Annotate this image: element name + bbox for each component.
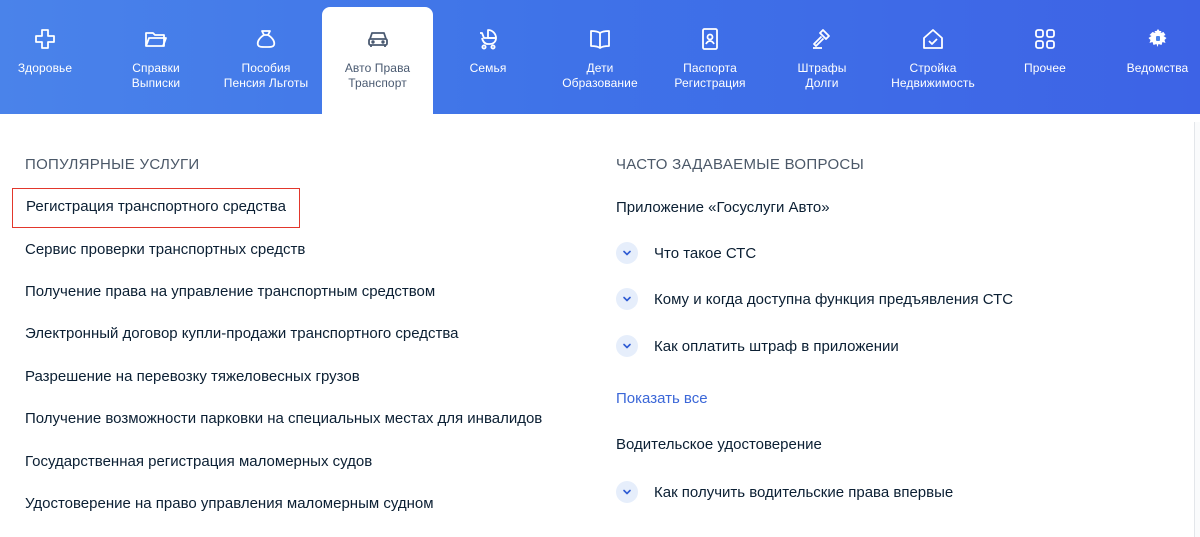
faq-group-title: Приложение «Госуслуги Авто»: [616, 199, 830, 216]
service-link[interactable]: Разрешение на перевозку тяжеловесных гру…: [25, 368, 360, 385]
category-certificates[interactable]: Справки Выписки: [106, 0, 206, 114]
faq-item[interactable]: Как оплатить штраф в приложении: [616, 335, 899, 357]
scroll-edge: [1194, 122, 1200, 537]
chevron-down-icon: [616, 288, 638, 310]
service-link[interactable]: Получение права на управление транспортн…: [25, 283, 435, 300]
category-label: Паспорта Регистрация: [674, 61, 746, 90]
house-icon: [920, 26, 946, 52]
faq-item[interactable]: Как получить водительские права впервые: [616, 481, 953, 503]
category-fines[interactable]: Штрафы Долги: [772, 0, 872, 114]
faq-question: Что такое СТС: [654, 244, 757, 262]
passport-icon: [697, 26, 723, 52]
faq-item[interactable]: Кому и когда доступна функция предъявлен…: [616, 288, 1013, 310]
faq-item[interactable]: Что такое СТС: [616, 242, 756, 264]
category-label: Здоровье: [17, 61, 73, 75]
faq-title: ЧАСТО ЗАДАВАЕМЫЕ ВОПРОСЫ: [616, 156, 865, 173]
chevron-down-icon: [616, 481, 638, 503]
category-label: Стройка Недвижимость: [891, 61, 975, 90]
category-agencies[interactable]: Ведомства: [1115, 0, 1200, 114]
service-link[interactable]: Удостоверение на право управления маломе…: [25, 495, 434, 512]
category-label: Справки Выписки: [131, 61, 181, 90]
category-label: Ведомства: [1126, 61, 1189, 75]
category-auto[interactable]: Авто Права Транспорт: [322, 7, 433, 114]
book-icon: [587, 26, 613, 52]
category-construction[interactable]: Стройка Недвижимость: [878, 0, 988, 114]
category-label: Авто Права Транспорт: [344, 61, 411, 90]
category-health[interactable]: Здоровье: [0, 0, 90, 114]
chevron-down-icon: [616, 242, 638, 264]
category-label: Штрафы Долги: [797, 61, 847, 90]
category-label: Дети Образование: [562, 61, 638, 90]
service-link-vehicle-registration[interactable]: Регистрация транспортного средства: [12, 188, 300, 228]
faq-group-title: Водительское удостоверение: [616, 436, 822, 453]
stroller-icon: [475, 26, 501, 52]
service-link[interactable]: Государственная регистрация маломерных с…: [25, 453, 372, 470]
car-icon: [365, 26, 391, 52]
faq-question: Как оплатить штраф в приложении: [654, 337, 899, 355]
chevron-down-icon: [616, 335, 638, 357]
category-children[interactable]: Дети Образование: [550, 0, 650, 114]
category-bar: Здоровье Справки Выписки Пособия Пенсия …: [0, 0, 1200, 114]
service-link[interactable]: Получение возможности парковки на специа…: [25, 410, 542, 427]
emblem-icon: [1145, 26, 1171, 52]
category-other[interactable]: Прочее: [1005, 0, 1085, 114]
popular-services-title: ПОПУЛЯРНЫЕ УСЛУГИ: [25, 156, 200, 173]
category-family[interactable]: Семья: [448, 0, 528, 114]
category-benefits[interactable]: Пособия Пенсия Льготы: [216, 0, 316, 114]
faq-question: Кому и когда доступна функция предъявлен…: [654, 290, 1014, 308]
grid-icon: [1032, 26, 1058, 52]
category-label: Пособия Пенсия Льготы: [223, 61, 309, 90]
moneybag-icon: [253, 26, 279, 52]
service-link[interactable]: Электронный договор купли-продажи трансп…: [25, 325, 459, 342]
category-passports[interactable]: Паспорта Регистрация: [660, 0, 760, 114]
service-link[interactable]: Сервис проверки транспортных средств: [25, 241, 305, 258]
category-label: Семья: [469, 61, 507, 75]
faq-question: Как получить водительские права впервые: [654, 483, 954, 501]
show-all-link[interactable]: Показать все: [616, 390, 708, 407]
category-label: Прочее: [1024, 61, 1066, 75]
cross-icon: [32, 26, 58, 52]
gavel-icon: [809, 26, 835, 52]
folder-icon: [143, 26, 169, 52]
